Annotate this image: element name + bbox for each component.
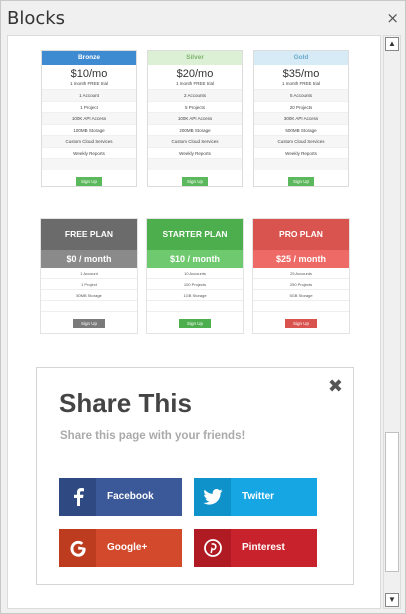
feature-row: Weekly Reports	[254, 146, 348, 159]
facebook-share-button[interactable]: Facebook	[59, 478, 182, 516]
sign-up-button[interactable]: Sign Up	[181, 176, 208, 186]
feature-row: 200MB Storage	[148, 123, 242, 136]
plan-name: Gold	[254, 51, 348, 65]
pricing-card-bronze[interactable]: Bronze $10/mo 1 month FREE trial 1 Accou…	[41, 50, 137, 187]
feature-row-empty	[254, 158, 348, 170]
plan-name: Silver	[148, 51, 242, 65]
feature-row: 20 Projects	[254, 100, 348, 113]
feature-row: 250 Projects	[253, 279, 349, 290]
plan-card-free[interactable]: FREE PLAN $0 / month 1 Account 1 Project…	[40, 218, 138, 334]
sign-up-button[interactable]: Sign Up	[287, 176, 314, 186]
feature-row: Custom Cloud Services	[148, 135, 242, 147]
feature-row: 1 Account	[42, 89, 136, 101]
feature-row: 500MB Storage	[254, 123, 348, 136]
panel-title: Blocks	[7, 8, 66, 29]
share-subtitle: Share this page with your friends!	[60, 430, 246, 442]
pricing-card-gold[interactable]: Gold $35/mo 1 month FREE trial 5 Account…	[253, 50, 349, 187]
feature-row: 2 Accounts	[148, 89, 242, 101]
plan-price: $0 / month	[41, 250, 137, 268]
feature-row: Weekly Reports	[148, 146, 242, 159]
plan-card-starter[interactable]: STARTER PLAN $10 / month 10 Accounts 100…	[146, 218, 244, 334]
plan-price: $35/mo	[282, 68, 320, 80]
feature-row-empty	[41, 301, 137, 312]
plan-price: $10 / month	[147, 250, 243, 268]
scroll-up-arrow-icon[interactable]: ▲	[385, 37, 399, 51]
scroll-down-arrow-icon[interactable]: ▼	[385, 593, 399, 607]
feature-row: 300K API Access	[254, 112, 348, 124]
pinterest-share-button[interactable]: Pinterest	[194, 529, 317, 567]
feature-row: 100 Projects	[147, 279, 243, 290]
feature-row: 25 Accounts	[253, 268, 349, 279]
pricing-card-silver[interactable]: Silver $20/mo 1 month FREE trial 2 Accou…	[147, 50, 243, 187]
feature-row-empty	[42, 158, 136, 170]
feature-row: Custom Cloud Services	[254, 135, 348, 147]
twitter-icon	[194, 478, 231, 516]
feature-row: 5GB Storage	[253, 290, 349, 301]
plan-price: $20/mo	[176, 68, 214, 80]
plan-name: Bronze	[42, 51, 136, 65]
button-label: Facebook	[107, 491, 154, 502]
feature-row: 100K API Access	[42, 112, 136, 124]
close-icon[interactable]: ✖	[328, 376, 343, 397]
feature-row: 100MB Storage	[42, 123, 136, 136]
facebook-icon	[59, 478, 96, 516]
vertical-scrollbar[interactable]: ▲ ▼	[383, 35, 401, 609]
sign-up-button[interactable]: Sign Up	[72, 319, 105, 328]
pinterest-icon	[194, 529, 231, 567]
panel-titlebar: Blocks ×	[1, 1, 405, 35]
feature-row: 1 Account	[41, 268, 137, 279]
feature-row: 1 Project	[41, 279, 137, 290]
feature-row: 50MB Storage	[41, 290, 137, 301]
share-title: Share This	[59, 388, 192, 418]
feature-row: 100K API Access	[148, 112, 242, 124]
plan-trial: 1 month FREE trial	[281, 81, 320, 86]
google-plus-icon	[59, 529, 96, 567]
plan-head: FREE PLAN	[41, 219, 137, 250]
plan-price: $25 / month	[253, 250, 349, 268]
plan-head: PRO PLAN	[253, 219, 349, 250]
plan-trial: 1 month FREE trial	[69, 81, 108, 86]
plan-price: $10/mo	[70, 68, 108, 80]
scrollbar-thumb[interactable]	[385, 432, 399, 572]
button-label: Twitter	[242, 491, 275, 502]
feature-row: 1 Project	[42, 100, 136, 113]
google-plus-share-button[interactable]: Google+	[59, 529, 182, 567]
sign-up-button[interactable]: Sign Up	[178, 319, 211, 328]
feature-row: 1GB Storage	[147, 290, 243, 301]
plan-card-pro[interactable]: PRO PLAN $25 / month 25 Accounts 250 Pro…	[252, 218, 350, 334]
sign-up-button[interactable]: Sign Up	[75, 176, 102, 186]
feature-row: 5 Projects	[148, 100, 242, 113]
plan-head: STARTER PLAN	[147, 219, 243, 250]
share-block[interactable]: ✖ Share This Share this page with your f…	[36, 367, 354, 585]
feature-row: Weekly Reports	[42, 146, 136, 159]
close-icon[interactable]: ×	[386, 9, 399, 27]
sign-up-button[interactable]: Sign Up	[284, 319, 317, 328]
feature-row: 10 Accounts	[147, 268, 243, 279]
feature-row-empty	[253, 301, 349, 312]
plan-trial: 1 month FREE trial	[175, 81, 214, 86]
feature-row: Custom Cloud Services	[42, 135, 136, 147]
blocks-list[interactable]: Bronze $10/mo 1 month FREE trial 1 Accou…	[7, 35, 381, 609]
feature-row-empty	[147, 301, 243, 312]
button-label: Pinterest	[242, 542, 285, 553]
blocks-panel: Blocks × Bronze $10/mo 1 month FREE tria…	[0, 0, 406, 614]
button-label: Google+	[107, 542, 148, 553]
twitter-share-button[interactable]: Twitter	[194, 478, 317, 516]
feature-row: 5 Accounts	[254, 89, 348, 101]
feature-row-empty	[148, 158, 242, 170]
